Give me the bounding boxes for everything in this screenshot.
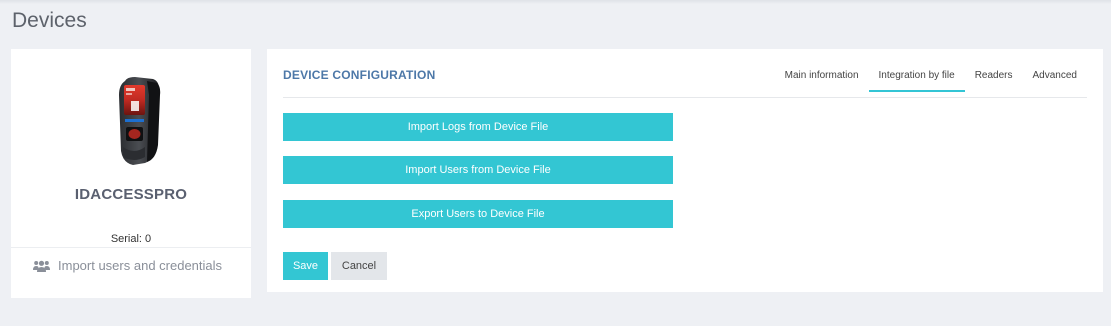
page-title: Devices: [12, 9, 87, 32]
tab-integration-by-file[interactable]: Integration by file: [868, 63, 965, 92]
device-configuration-panel: DEVICE CONFIGURATION Main information In…: [267, 49, 1103, 292]
device-serial: Serial: 0: [110, 233, 152, 245]
export-users-button[interactable]: Export Users to Device File: [283, 200, 673, 228]
device-image: [119, 77, 161, 165]
top-shadow: [0, 0, 1111, 4]
device-card: IDACCESSPRO Serial: 0 Import users and c…: [11, 49, 251, 298]
import-users-link[interactable]: Import users and credentials: [33, 258, 222, 273]
panel-divider: [283, 97, 1087, 98]
cancel-button[interactable]: Cancel: [331, 252, 387, 280]
tab-advanced[interactable]: Advanced: [1023, 63, 1087, 92]
config-title: DEVICE CONFIGURATION: [283, 68, 436, 82]
import-logs-button[interactable]: Import Logs from Device File: [283, 113, 673, 141]
card-divider: [11, 247, 251, 248]
tab-main-information[interactable]: Main information: [775, 63, 869, 92]
users-icon: [33, 260, 50, 272]
import-users-button[interactable]: Import Users from Device File: [283, 156, 673, 184]
tab-readers[interactable]: Readers: [965, 63, 1023, 92]
save-button[interactable]: Save: [283, 252, 328, 280]
import-users-label: Import users and credentials: [58, 258, 223, 273]
device-name: IDACCESSPRO: [74, 186, 188, 203]
config-tabs: Main information Integration by file Rea…: [775, 63, 1087, 92]
